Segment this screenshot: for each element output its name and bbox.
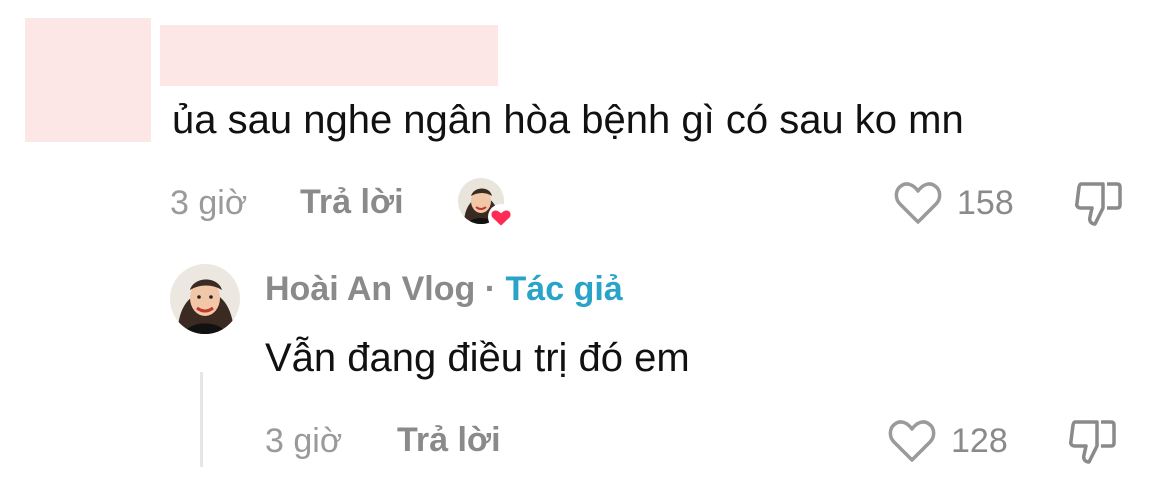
creator-liked-badge: [458, 178, 514, 230]
thumbs-down-icon: [1069, 420, 1116, 464]
reply-text: Vẫn đang điều trị đó em: [265, 336, 690, 380]
thread-line: [200, 372, 203, 467]
redacted-avatar: [25, 18, 151, 142]
author-tag: Tác giả: [505, 270, 623, 308]
reply-like-count: 128: [951, 422, 1008, 460]
reply-dislike-button[interactable]: [1067, 416, 1119, 471]
comment-like-button[interactable]: [893, 180, 943, 231]
reply-author-line: Hoài An Vlog · Tác giả: [265, 270, 623, 309]
creator-liked-heart-icon: [488, 204, 514, 230]
comment-dislike-button[interactable]: [1073, 178, 1125, 233]
comment-like-count: 158: [957, 184, 1014, 222]
reply-author-name[interactable]: Hoài An Vlog: [265, 270, 475, 308]
heart-outline-icon: [888, 420, 936, 462]
heart-outline-icon: [894, 182, 942, 224]
author-separator: ·: [484, 270, 497, 308]
reply-time: 3 giờ: [265, 422, 343, 460]
reply-like-button[interactable]: [887, 418, 937, 469]
thumbs-down-icon: [1075, 182, 1122, 226]
reply-reply-button[interactable]: Trả lời: [397, 421, 501, 460]
comment-text: ủa sau nghe ngân hòa bệnh gì có sau ko m…: [172, 98, 964, 142]
comment-time: 3 giờ: [170, 184, 248, 222]
reply-author-avatar[interactable]: [170, 264, 240, 334]
comment-reply-button[interactable]: Trả lời: [300, 183, 404, 222]
redacted-username: [160, 25, 498, 86]
